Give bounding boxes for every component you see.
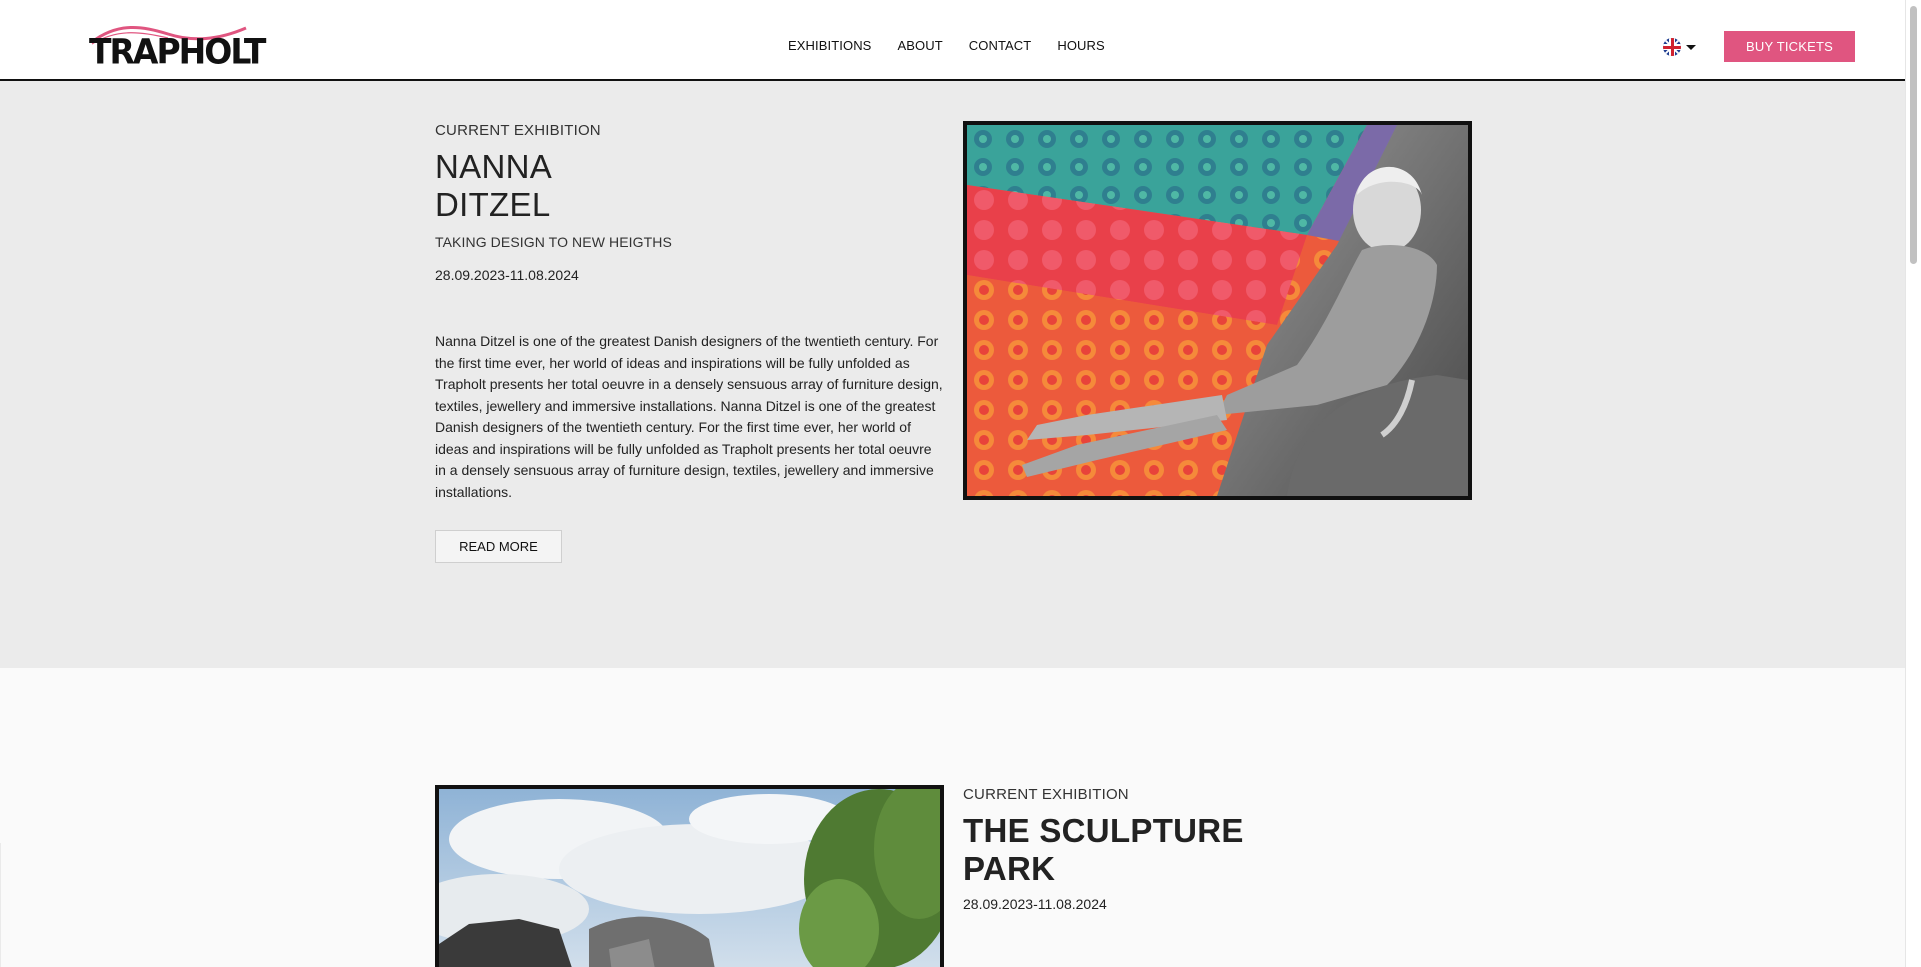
exhibition-title-line1: THE SCULPTURE <box>963 812 1244 849</box>
exhibition-subtitle: TAKING DESIGN TO NEW HEIGTHS <box>435 234 672 250</box>
scrollbar-thumb[interactable] <box>1910 6 1917 264</box>
exhibition-section-nanna-ditzel <box>0 81 1906 668</box>
exhibition-description: Nanna Ditzel is one of the greatest Dani… <box>435 333 943 500</box>
trapholt-logo[interactable]: TRAPHOLT <box>88 24 266 70</box>
exhibition-title: NANNA DITZEL <box>435 148 552 224</box>
sculpture-park-image <box>439 789 940 967</box>
nanna-ditzel-image <box>967 125 1468 496</box>
chevron-down-icon <box>1686 44 1696 50</box>
exhibition-title-line2: DITZEL <box>435 186 551 223</box>
exhibition-section-sculpture-park <box>0 668 1906 967</box>
edge-line <box>0 843 1 967</box>
exhibition-dates: 28.09.2023-11.08.2024 <box>435 267 579 283</box>
nav-contact[interactable]: CONTACT <box>969 38 1032 53</box>
nav-hours[interactable]: HOURS <box>1057 38 1104 53</box>
read-more-button[interactable]: READ MORE <box>435 530 562 563</box>
page-scrollbar[interactable] <box>1905 0 1921 967</box>
site-header: TRAPHOLT EXHIBITIONS ABOUT CONTACT HOURS… <box>0 0 1906 81</box>
exhibition-title-line1: NANNA <box>435 148 553 185</box>
exhibition-dates: 28.09.2023-11.08.2024 <box>963 896 1107 912</box>
uk-flag-icon <box>1663 38 1681 56</box>
nav-about[interactable]: ABOUT <box>897 38 942 53</box>
page: TRAPHOLT EXHIBITIONS ABOUT CONTACT HOURS… <box>0 0 1906 967</box>
exhibition-eyebrow: CURRENT EXHIBITION <box>963 786 1129 803</box>
main-nav: EXHIBITIONS ABOUT CONTACT HOURS <box>788 38 1105 53</box>
logo-text: TRAPHOLT <box>89 31 266 72</box>
nav-exhibitions[interactable]: EXHIBITIONS <box>788 38 871 53</box>
language-selector[interactable] <box>1663 38 1696 56</box>
nanna-ditzel-photo[interactable] <box>963 121 1472 500</box>
sculpture-park-photo[interactable] <box>435 785 944 967</box>
exhibition-title: THE SCULPTURE PARK <box>963 812 1244 888</box>
buy-tickets-button[interactable]: BUY TICKETS <box>1724 31 1855 62</box>
exhibition-eyebrow: CURRENT EXHIBITION <box>435 122 601 139</box>
exhibition-title-line2: PARK <box>963 850 1056 887</box>
